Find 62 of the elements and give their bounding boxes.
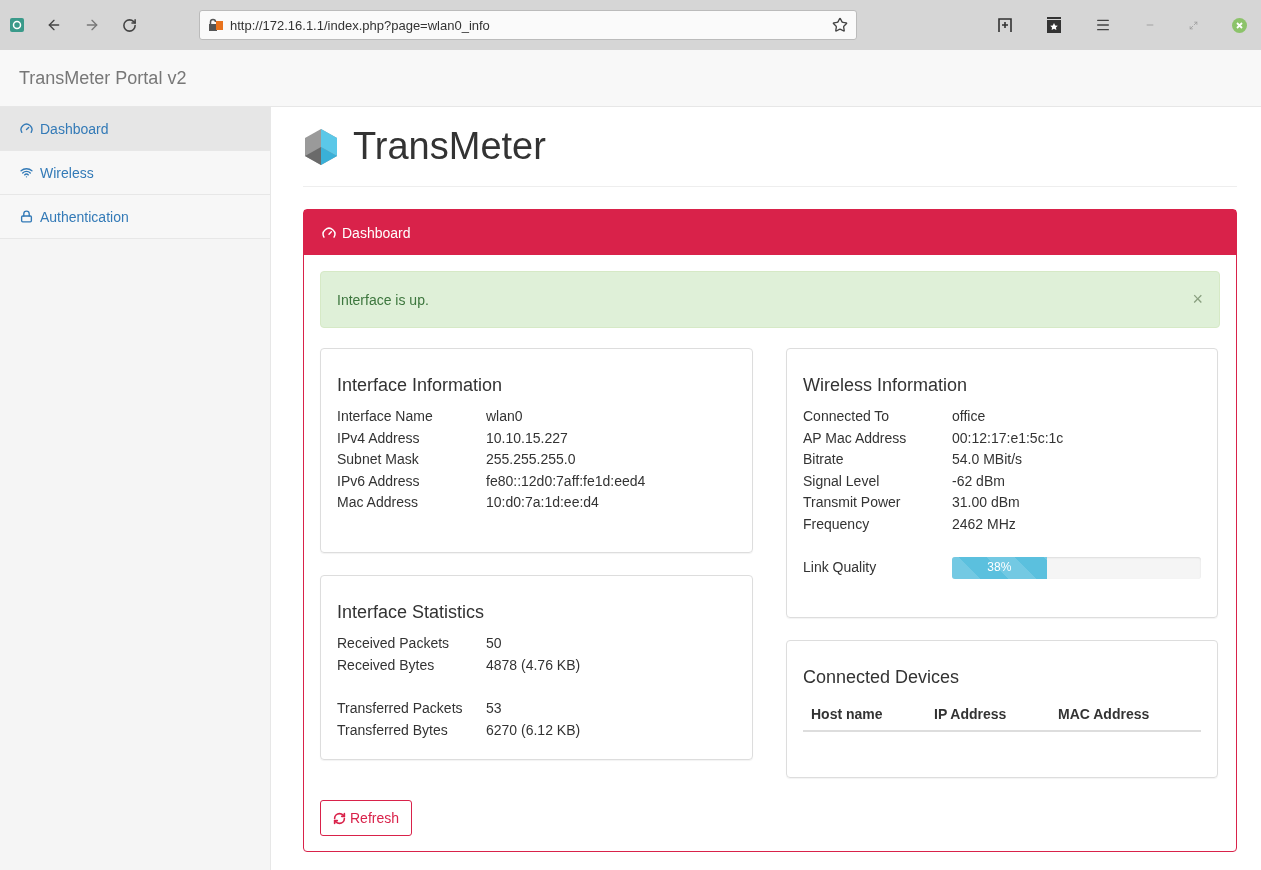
field-value: 10.10.15.227	[486, 428, 569, 448]
field-label: Received Packets	[337, 634, 451, 653]
field-value: 53	[486, 699, 503, 718]
field-value: 6270 (6.12 KB)	[486, 720, 582, 740]
field-value: fe80::12d0:7aff:fe1d:eed4	[486, 471, 647, 491]
forward-icon[interactable]	[84, 17, 100, 33]
progress-reading: 38%	[987, 559, 1012, 577]
gauge-icon	[20, 122, 33, 135]
field-value: wlan0	[486, 407, 524, 426]
field-label: Transferred Packets	[337, 699, 464, 718]
field-label: AP Mac Address	[803, 428, 908, 448]
field-value: 10:d0:7a:1d:ee:d4	[486, 493, 600, 512]
column-header: MAC Address	[1058, 706, 1151, 722]
field-label: IPv4 Address	[337, 428, 421, 448]
field-value: office	[952, 407, 987, 426]
close-button[interactable]: ×	[1192, 289, 1203, 310]
field-label: Mac Address	[337, 493, 419, 512]
back-icon[interactable]	[46, 17, 62, 33]
field-value: 31.00 dBm	[952, 493, 1021, 512]
gauge-icon	[322, 225, 336, 240]
field-label: Received Bytes	[337, 655, 436, 675]
wifi-icon	[20, 166, 33, 179]
bookmarks-icon[interactable]	[1047, 17, 1061, 33]
field-label: Bitrate	[803, 450, 845, 469]
card-title: Connected Devices	[803, 667, 961, 688]
card-title: Interface Information	[337, 375, 504, 396]
field-value: 00:12:17:e1:5c:1c	[952, 428, 1065, 448]
field-label: Link Quality	[803, 558, 878, 577]
refresh-button[interactable]: Refresh	[320, 800, 413, 836]
sidebar-item[interactable]: Dashboard	[0, 107, 270, 151]
panel-title: Dashboard	[342, 224, 411, 241]
column-header: IP Address	[934, 706, 1008, 722]
address-field[interactable]: http://172.16.1.1/index.php?page=wlan0_info	[199, 10, 857, 40]
field-label: Transmit Power	[803, 493, 902, 512]
brand-title[interactable]: TransMeter Portal v2	[19, 67, 187, 89]
field-value: 4878 (4.76 KB)	[486, 655, 582, 675]
bookmark-star-icon[interactable]	[832, 17, 848, 33]
logo-icon	[303, 127, 339, 166]
menu-icon[interactable]	[1095, 17, 1111, 33]
column-header: Host name	[811, 706, 884, 722]
field-value: 255.255.255.0	[486, 450, 577, 469]
reload-icon[interactable]	[122, 17, 137, 33]
field-value: -62 dBm	[952, 471, 1006, 491]
field-value: 2462 MHz	[952, 514, 1017, 534]
lock-icon	[20, 210, 33, 223]
page-title: TransMeter	[353, 125, 546, 168]
field-label: Subnet Mask	[337, 450, 420, 469]
tab-add-icon[interactable]	[997, 17, 1013, 33]
field-label: Transferred Bytes	[337, 720, 449, 740]
field-label: Connected To	[803, 407, 891, 426]
field-value: 50	[486, 634, 503, 653]
card-title: Wireless Information	[803, 375, 969, 396]
field-label: Signal Level	[803, 471, 881, 491]
field-label: Interface Name	[337, 407, 434, 426]
field-label: IPv6 Address	[337, 471, 421, 491]
alert-text: Interface is up.	[337, 291, 429, 308]
refresh-icon	[333, 811, 346, 825]
app-icon[interactable]	[10, 18, 24, 32]
card-title: Interface Statistics	[337, 602, 486, 623]
lock-warning-icon	[208, 18, 224, 32]
field-value: 54.0 MBit/s	[952, 450, 1024, 469]
field-label: Frequency	[803, 514, 871, 534]
